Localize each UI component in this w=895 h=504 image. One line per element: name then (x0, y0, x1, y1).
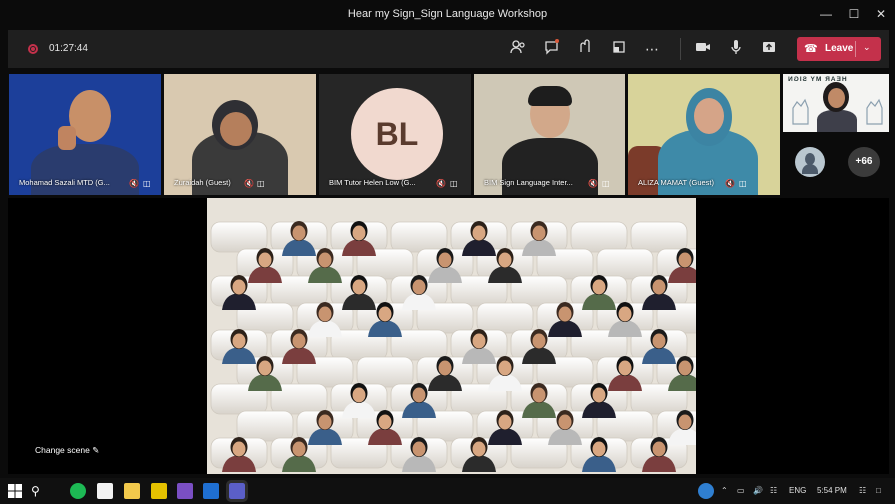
search-icon[interactable]: ⚲ (31, 483, 47, 499)
seat (236, 410, 294, 442)
calendar-icon[interactable]: ☷ (859, 486, 866, 495)
teams-icon[interactable] (226, 480, 248, 502)
more-options-icon[interactable]: ⋯ (641, 38, 663, 60)
video-off-icon: ◫ (257, 179, 265, 188)
title-bar: Hear my Sign_Sign Language Workshop — ☐ … (0, 0, 895, 28)
wifi-icon[interactable]: ☷ (770, 486, 777, 495)
chat-icon[interactable] (541, 38, 563, 60)
hand-sign-icon (792, 98, 809, 125)
clock[interactable]: 5:54 PM (817, 486, 847, 495)
windows-start-icon[interactable] (7, 483, 23, 499)
microphone-icon[interactable] (725, 38, 747, 60)
chevron-down-icon[interactable]: ⌄ (863, 42, 871, 53)
camera-icon[interactable] (692, 38, 714, 60)
participant-tile[interactable]: BL BIM Tutor Helen Low (G... 🔇 ◫ (319, 74, 471, 195)
seat (390, 221, 448, 253)
participant-tile[interactable]: Zuraidah (Guest) 🔇 ◫ (164, 74, 316, 195)
mic-muted-icon: 🔇 (436, 179, 446, 188)
seat (356, 356, 414, 388)
participant-tile[interactable]: BIM Sign Language Inter... 🔇 ◫ (474, 74, 625, 195)
chevron-up-icon[interactable]: ⌃ (721, 486, 728, 495)
help-icon[interactable] (698, 483, 714, 499)
store-icon[interactable] (97, 483, 113, 499)
leave-button[interactable]: ☎ Leave ⌄ (797, 37, 881, 61)
seat (476, 302, 534, 334)
seat (210, 221, 268, 253)
meeting-toolbar: 01:27:44 ⋯ ☎ Leave ⌄ (8, 30, 889, 68)
video-off-icon: ◫ (602, 179, 610, 188)
seat (596, 248, 654, 280)
participant-name: Mohamad Sazali MTD (G... (19, 178, 110, 187)
meeting-timer: 01:27:44 (49, 43, 88, 54)
onenote-icon[interactable] (177, 483, 193, 499)
minimize-icon[interactable]: — (812, 4, 840, 24)
video-off-icon: ◫ (143, 179, 151, 188)
reactions-icon[interactable] (574, 38, 596, 60)
seat (570, 221, 628, 253)
outlook-icon[interactable] (203, 483, 219, 499)
pencil-icon: ✎ (92, 445, 100, 455)
more-participants-badge[interactable]: +66 (848, 147, 880, 177)
maximize-icon[interactable]: ☐ (840, 4, 868, 24)
toolbar-divider (680, 38, 681, 60)
participants-icon[interactable] (507, 38, 529, 60)
participant-name: Zuraidah (Guest) (174, 178, 231, 187)
seat (630, 221, 688, 253)
video-off-icon: ◫ (739, 179, 747, 188)
rooms-icon[interactable] (608, 38, 630, 60)
volume-icon[interactable]: 🔊 (753, 486, 763, 495)
recording-icon (28, 44, 38, 54)
participant-tile[interactable]: ALIZA MAMAT (Guest) 🔇 ◫ (628, 74, 780, 195)
language-indicator[interactable]: ENG (789, 486, 806, 495)
taskbar: ⚲ ⌃ ▭ 🔊 ☷ ENG 5:54 PM ☷ □ (0, 478, 895, 504)
mic-muted-icon: 🔇 (588, 179, 598, 188)
phone-icon: ☎ (804, 43, 818, 55)
notification-icon[interactable]: □ (876, 486, 881, 495)
participant-name: BIM Sign Language Inter... (484, 178, 573, 187)
participant-tile[interactable]: HEAR MY SIGN (783, 74, 889, 132)
hand-sign-icon (866, 98, 883, 125)
participant-name: ALIZA MAMAT (Guest) (638, 178, 714, 187)
battery-icon[interactable]: ▭ (737, 486, 745, 495)
participant-name: BIM Tutor Helen Low (G... (329, 178, 416, 187)
leave-label: Leave (825, 43, 854, 54)
mic-muted-icon: 🔇 (244, 179, 254, 188)
spotify-icon[interactable] (70, 483, 86, 499)
file-explorer-icon[interactable] (124, 483, 140, 499)
participant-tile[interactable]: Mohamad Sazali MTD (G... 🔇 ◫ (9, 74, 161, 195)
close-icon[interactable]: ✕ (867, 4, 895, 24)
change-scene-label: Change scene (35, 445, 90, 455)
mic-muted-icon: 🔇 (725, 179, 735, 188)
mic-muted-icon: 🔇 (129, 179, 139, 188)
share-screen-icon[interactable] (758, 38, 780, 60)
video-off-icon: ◫ (450, 179, 458, 188)
sticky-notes-icon[interactable] (151, 483, 167, 499)
avatar[interactable] (795, 147, 825, 177)
together-mode-scene (207, 198, 696, 474)
change-scene-button[interactable]: Change scene ✎ (35, 445, 99, 456)
window-title: Hear my Sign_Sign Language Workshop (347, 8, 548, 20)
main-stage: Change scene ✎ (8, 198, 889, 474)
avatar: BL (351, 88, 443, 180)
auditorium-image (207, 198, 696, 474)
